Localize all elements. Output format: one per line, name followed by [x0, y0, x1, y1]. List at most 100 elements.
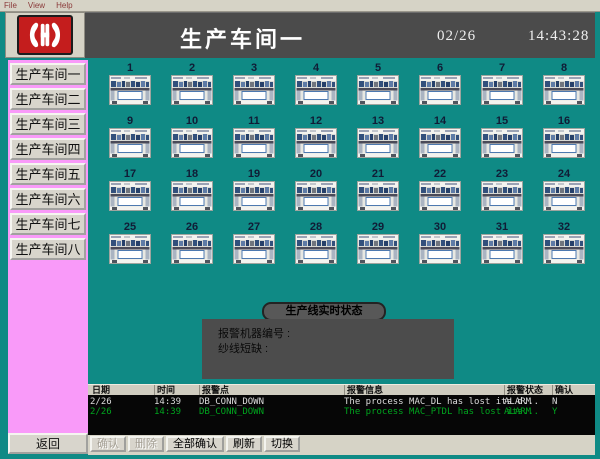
- menu-item-view[interactable]: View: [28, 1, 45, 10]
- knitting-machine-icon[interactable]: [109, 181, 151, 211]
- refresh-button[interactable]: 刷新: [226, 436, 262, 452]
- knitting-machine-icon[interactable]: [233, 128, 275, 158]
- alarm-status-panel: 报警机器编号 : 纱线短缺 :: [202, 319, 454, 379]
- sidebar-item-workshop-8[interactable]: 生产车间八: [10, 238, 86, 260]
- alarm-table-body[interactable]: 2/2614:39DB_CONN_DOWNThe process MAC_DL …: [88, 395, 595, 435]
- back-button[interactable]: 返回: [8, 433, 88, 454]
- machine-cell-16[interactable]: 16: [533, 115, 595, 168]
- knitting-machine-icon[interactable]: [109, 128, 151, 158]
- machine-cell-18[interactable]: 18: [161, 168, 223, 221]
- knitting-machine-icon[interactable]: [481, 75, 523, 105]
- sidebar-item-workshop-2[interactable]: 生产车间二: [10, 88, 86, 110]
- knitting-machine-icon[interactable]: [481, 181, 523, 211]
- yarn-shortage-label: 纱线短缺 :: [218, 342, 454, 357]
- menu-item-file[interactable]: File: [4, 1, 17, 10]
- alarm-cell: 14:39: [154, 397, 181, 407]
- knitting-machine-icon[interactable]: [233, 181, 275, 211]
- header-clock: 14:43:28: [528, 28, 589, 45]
- machine-cell-6[interactable]: 6: [409, 62, 471, 115]
- knitting-machine-icon[interactable]: [481, 128, 523, 158]
- machine-cell-27[interactable]: 27: [223, 221, 285, 274]
- machine-cell-14[interactable]: 14: [409, 115, 471, 168]
- machine-number: 32: [533, 221, 595, 233]
- machine-cell-3[interactable]: 3: [223, 62, 285, 115]
- machine-cell-32[interactable]: 32: [533, 221, 595, 274]
- knitting-machine-icon[interactable]: [357, 181, 399, 211]
- machine-cell-31[interactable]: 31: [471, 221, 533, 274]
- knitting-machine-icon[interactable]: [109, 75, 151, 105]
- machine-number: 5: [347, 62, 409, 74]
- knitting-machine-icon[interactable]: [171, 128, 213, 158]
- knitting-machine-icon[interactable]: [171, 75, 213, 105]
- machine-cell-12[interactable]: 12: [285, 115, 347, 168]
- knitting-machine-icon[interactable]: [419, 75, 461, 105]
- machine-cell-22[interactable]: 22: [409, 168, 471, 221]
- knitting-machine-icon[interactable]: [295, 128, 337, 158]
- knitting-machine-icon[interactable]: [419, 128, 461, 158]
- machine-cell-29[interactable]: 29: [347, 221, 409, 274]
- knitting-machine-icon[interactable]: [543, 75, 585, 105]
- page-title: 生产车间一: [180, 22, 305, 54]
- switch-button[interactable]: 切换: [264, 436, 300, 452]
- knitting-machine-icon[interactable]: [171, 181, 213, 211]
- machine-cell-11[interactable]: 11: [223, 115, 285, 168]
- ack-all-button[interactable]: 全部确认: [166, 436, 224, 452]
- machine-number: 7: [471, 62, 533, 74]
- machine-cell-2[interactable]: 2: [161, 62, 223, 115]
- machine-cell-26[interactable]: 26: [161, 221, 223, 274]
- machine-number: 16: [533, 115, 595, 127]
- machine-cell-20[interactable]: 20: [285, 168, 347, 221]
- knitting-machine-icon[interactable]: [543, 128, 585, 158]
- machine-cell-28[interactable]: 28: [285, 221, 347, 274]
- machine-cell-1[interactable]: 1: [99, 62, 161, 115]
- knitting-machine-icon[interactable]: [357, 128, 399, 158]
- knitting-machine-icon[interactable]: [233, 234, 275, 264]
- sidebar-item-workshop-6[interactable]: 生产车间六: [10, 188, 86, 210]
- machine-cell-19[interactable]: 19: [223, 168, 285, 221]
- machine-cell-4[interactable]: 4: [285, 62, 347, 115]
- machine-cell-13[interactable]: 13: [347, 115, 409, 168]
- machine-number: 17: [99, 168, 161, 180]
- machine-cell-30[interactable]: 30: [409, 221, 471, 274]
- machine-number: 15: [471, 115, 533, 127]
- knitting-machine-icon[interactable]: [357, 234, 399, 264]
- machine-cell-21[interactable]: 21: [347, 168, 409, 221]
- machine-cell-15[interactable]: 15: [471, 115, 533, 168]
- machine-cell-5[interactable]: 5: [347, 62, 409, 115]
- knitting-machine-icon[interactable]: [543, 234, 585, 264]
- knitting-machine-icon[interactable]: [543, 181, 585, 211]
- machine-cell-10[interactable]: 10: [161, 115, 223, 168]
- knitting-machine-icon[interactable]: [109, 234, 151, 264]
- knitting-machine-icon[interactable]: [171, 234, 213, 264]
- sidebar-item-workshop-7[interactable]: 生产车间七: [10, 213, 86, 235]
- machine-number: 21: [347, 168, 409, 180]
- knitting-machine-icon[interactable]: [233, 75, 275, 105]
- knitting-machine-icon[interactable]: [295, 75, 337, 105]
- knitting-machine-icon[interactable]: [419, 234, 461, 264]
- machine-cell-24[interactable]: 24: [533, 168, 595, 221]
- sidebar-item-workshop-5[interactable]: 生产车间五: [10, 163, 86, 185]
- menu-item-help[interactable]: Help: [56, 1, 72, 10]
- logo-panel: [5, 12, 85, 58]
- machine-number: 19: [223, 168, 285, 180]
- machine-cell-7[interactable]: 7: [471, 62, 533, 115]
- knitting-machine-icon[interactable]: [481, 234, 523, 264]
- knitting-machine-icon[interactable]: [295, 181, 337, 211]
- machine-cell-25[interactable]: 25: [99, 221, 161, 274]
- knitting-machine-icon[interactable]: [419, 181, 461, 211]
- knitting-machine-icon[interactable]: [295, 234, 337, 264]
- machine-number: 11: [223, 115, 285, 127]
- machine-cell-23[interactable]: 23: [471, 168, 533, 221]
- machine-number: 13: [347, 115, 409, 127]
- alarm-cell: ALARM: [504, 407, 531, 417]
- machine-cell-9[interactable]: 9: [99, 115, 161, 168]
- sidebar-item-workshop-3[interactable]: 生产车间三: [10, 113, 86, 135]
- sidebar-item-workshop-1[interactable]: 生产车间一: [10, 63, 86, 85]
- machine-number: 27: [223, 221, 285, 233]
- sidebar-item-workshop-4[interactable]: 生产车间四: [10, 138, 86, 160]
- machine-cell-8[interactable]: 8: [533, 62, 595, 115]
- machine-number: 6: [409, 62, 471, 74]
- knitting-machine-icon[interactable]: [357, 75, 399, 105]
- machine-number: 3: [223, 62, 285, 74]
- machine-cell-17[interactable]: 17: [99, 168, 161, 221]
